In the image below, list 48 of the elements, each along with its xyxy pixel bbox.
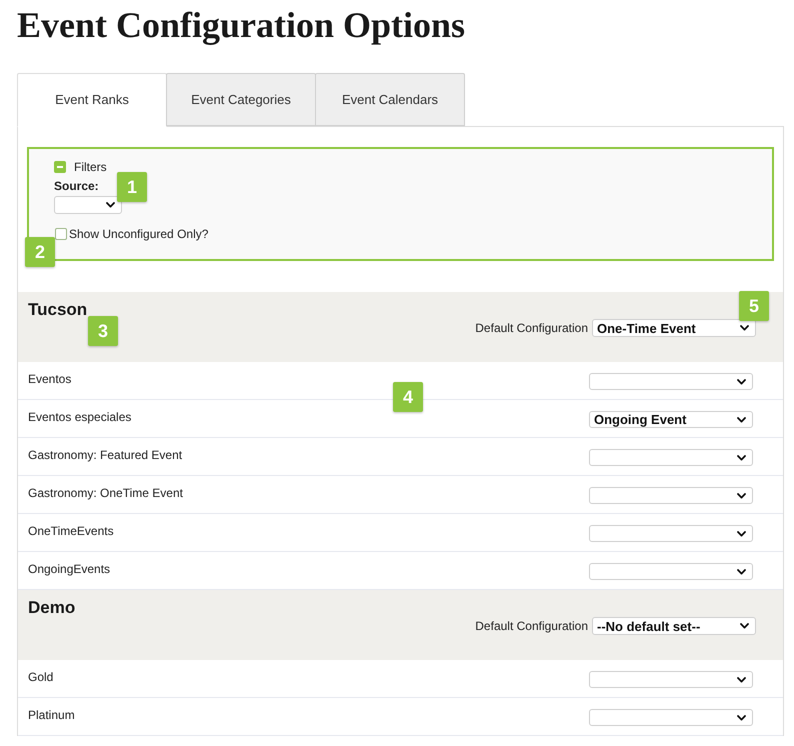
dropdown[interactable] [589, 373, 753, 390]
dropdown[interactable]: One-Time Event [592, 319, 756, 337]
dropdown[interactable] [589, 563, 753, 580]
chevron-down-icon [737, 530, 746, 536]
page-title: Event Configuration Options [17, 4, 466, 47]
filters-heading: Filters [74, 160, 107, 174]
group-title: Demo [28, 599, 76, 617]
chevron-down-icon [106, 202, 115, 208]
dropdown[interactable] [589, 709, 753, 726]
chevron-down-icon [737, 568, 746, 574]
row-label: OneTimeEvents [28, 524, 114, 538]
row-label: Eventos especiales [28, 410, 132, 424]
tab[interactable]: Event Calendars [315, 73, 465, 126]
callout-marker: 5 [739, 291, 769, 321]
tab[interactable]: Event Ranks [17, 73, 167, 127]
row-label: Platinum [28, 708, 75, 722]
row-label: Gold [28, 670, 54, 684]
dropdown[interactable] [589, 449, 753, 466]
row-label: Eventos [28, 372, 72, 386]
group-title: Tucson [28, 301, 88, 319]
dropdown[interactable] [54, 196, 122, 214]
chevron-down-icon [737, 676, 746, 682]
field-label: Default Configuration [475, 321, 588, 335]
chevron-down-icon [737, 714, 746, 720]
row-label: Gastronomy: OneTime Event [28, 486, 183, 500]
chevron-down-icon [737, 378, 746, 384]
tab[interactable]: Event Categories [166, 73, 316, 126]
chevron-down-icon [737, 416, 746, 422]
checkbox[interactable] [55, 228, 67, 240]
row-label: Gastronomy: Featured Event [28, 448, 182, 462]
callout-marker: 4 [393, 382, 423, 412]
dropdown[interactable] [589, 487, 753, 504]
dropdown[interactable] [589, 671, 753, 688]
field-label: Default Configuration [475, 619, 588, 633]
chevron-down-icon [737, 492, 746, 498]
chevron-down-icon [740, 623, 749, 629]
field-label: Source: [54, 179, 99, 194]
chevron-down-icon [740, 325, 749, 331]
dropdown[interactable]: Ongoing Event [589, 411, 753, 428]
minus-icon[interactable] [54, 161, 66, 173]
checkbox-label: Show Unconfigured Only? [69, 227, 208, 241]
callout-marker: 1 [117, 172, 147, 202]
row-label: OngoingEvents [28, 562, 110, 576]
callout-marker: 2 [25, 237, 55, 267]
dropdown[interactable]: --No default set-- [592, 617, 756, 635]
chevron-down-icon [737, 454, 746, 460]
dropdown[interactable] [589, 525, 753, 542]
callout-marker: 3 [88, 316, 118, 346]
